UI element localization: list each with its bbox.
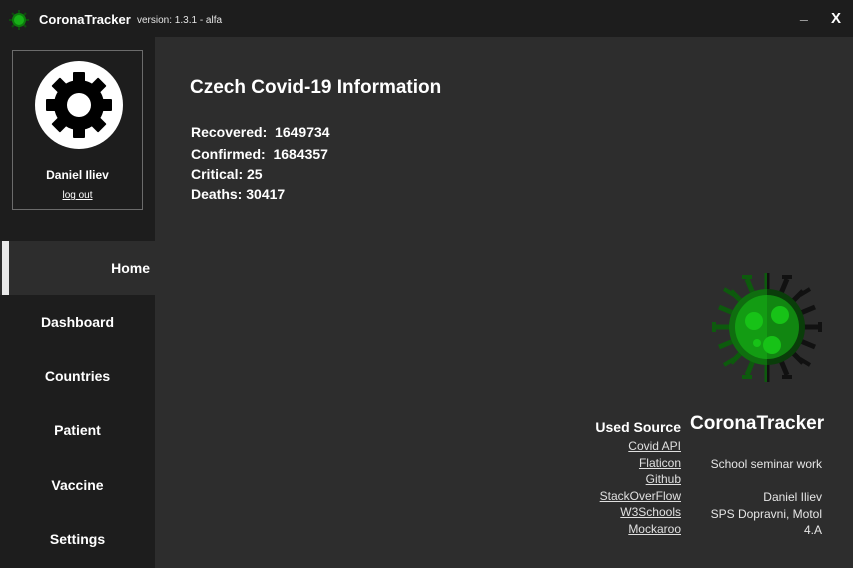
logout-link[interactable]: log out	[13, 190, 142, 201]
stat-value: 25	[247, 166, 263, 182]
author-text: Daniel Iliev	[763, 490, 822, 504]
nav-vaccine[interactable]: Vaccine	[0, 458, 155, 512]
source-link-stackoverflow[interactable]: StackOverFlow	[560, 489, 681, 503]
title-bar: CoronaTracker version: 1.3.1 - alfa _ X	[0, 0, 853, 37]
profile-card: Daniel Iliev log out	[12, 50, 143, 210]
stat-recovered: Recovered: 1649734	[191, 124, 330, 140]
nav-patient[interactable]: Patient	[0, 403, 155, 457]
close-button[interactable]: X	[831, 10, 841, 27]
active-indicator	[2, 241, 9, 295]
source-link-github[interactable]: Github	[560, 472, 681, 486]
nav-settings-label: Settings	[49, 531, 106, 547]
nav-home[interactable]: Home	[0, 241, 155, 295]
nav-countries[interactable]: Countries	[0, 349, 155, 403]
source-link-mockaroo[interactable]: Mockaroo	[560, 522, 681, 536]
minimize-button[interactable]: _	[800, 6, 808, 22]
stat-critical: Critical: 25	[191, 166, 263, 182]
virus-icon	[9, 10, 29, 30]
stat-label: Confirmed:	[191, 146, 266, 162]
gear-icon	[46, 72, 112, 138]
page-title: Czech Covid-19 Information	[190, 77, 442, 98]
app-title: CoronaTracker	[39, 12, 131, 27]
source-link-w3schools[interactable]: W3Schools	[560, 505, 681, 519]
virus-icon	[712, 273, 822, 382]
stat-label: Recovered:	[191, 124, 268, 140]
nav-settings[interactable]: Settings	[0, 512, 155, 566]
user-name: Daniel Iliev	[46, 168, 109, 182]
stat-value: 30417	[246, 186, 286, 202]
stat-value: 1649734	[275, 124, 330, 140]
class-text: 4.A	[803, 523, 822, 537]
nav-vaccine-label: Vaccine	[51, 477, 104, 493]
brand-name: CoronaTracker	[690, 413, 825, 434]
nav-home-label: Home	[111, 260, 150, 276]
avatar	[35, 61, 123, 149]
nav-dashboard-label: Dashboard	[40, 314, 115, 330]
nav-dashboard[interactable]: Dashboard	[0, 295, 155, 349]
stat-deaths: Deaths: 30417	[191, 186, 285, 202]
description-text: School seminar work	[710, 457, 822, 471]
source-link-flaticon[interactable]: Flaticon	[560, 456, 681, 470]
used-source-title: Used Source	[595, 419, 681, 435]
nav-patient-label: Patient	[54, 422, 101, 438]
sidebar: Daniel Iliev log out Home Dashboard Coun…	[0, 37, 155, 568]
stat-label: Critical:	[191, 166, 244, 182]
nav-countries-label: Countries	[44, 368, 111, 384]
stat-confirmed: Confirmed: 1684357	[191, 146, 328, 162]
stat-label: Deaths:	[191, 186, 243, 202]
version-label: version: 1.3.1 - alfa	[137, 15, 223, 26]
source-link-covid-api[interactable]: Covid API	[560, 439, 681, 453]
stat-value: 1684357	[273, 146, 328, 162]
school-text: SPS Dopravni, Motol	[710, 507, 822, 521]
